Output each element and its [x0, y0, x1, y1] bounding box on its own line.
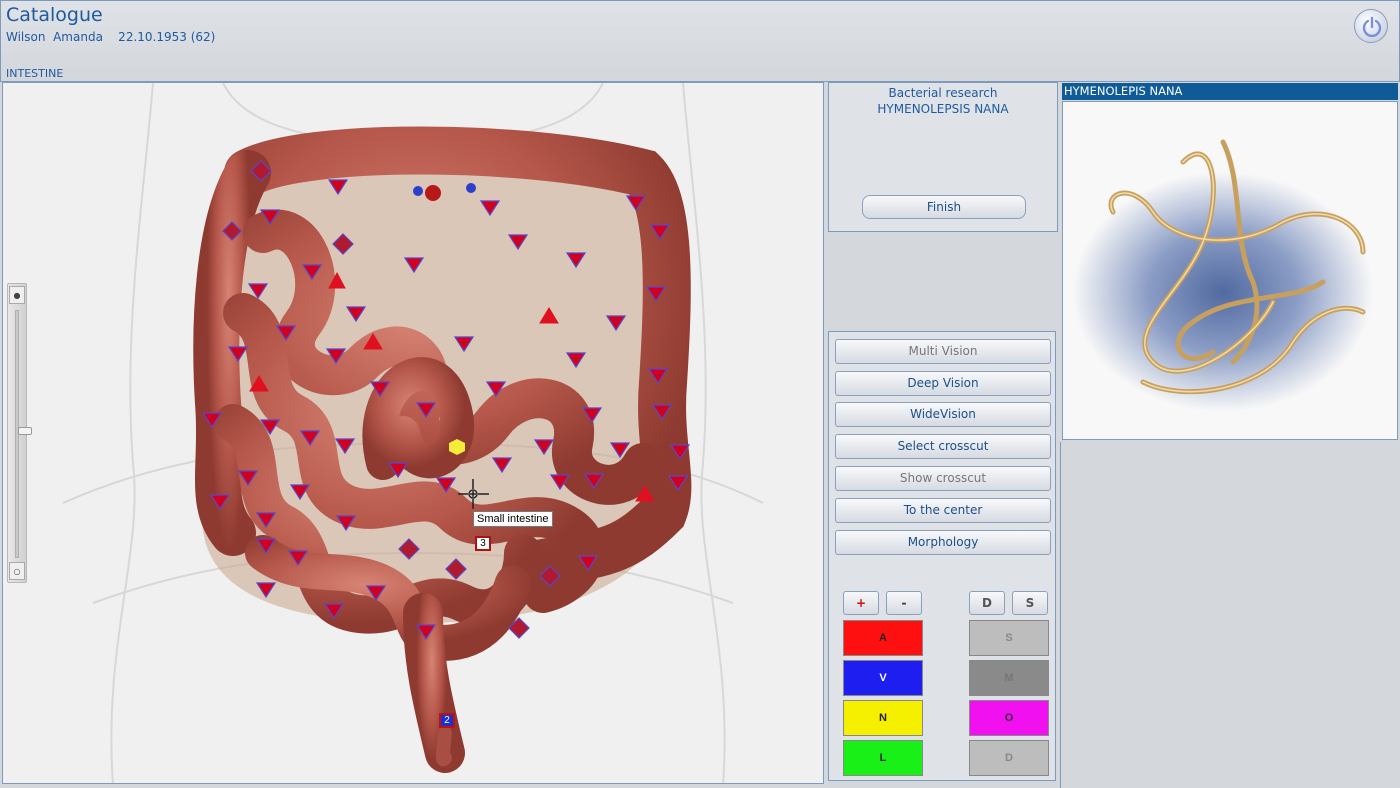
research-title: Bacterial research	[888, 86, 998, 100]
zoom-track[interactable]	[15, 310, 32, 558]
parasite-image	[1062, 101, 1398, 440]
plus-button[interactable]: +	[843, 591, 879, 615]
parasite-name-header: HYMENOLEPIS NANA	[1062, 83, 1398, 100]
swatch-n[interactable]: N	[843, 700, 923, 736]
swatch-d[interactable]: D	[969, 740, 1049, 776]
select-crosscut-button[interactable]: Select crosscut	[835, 434, 1051, 459]
hover-tooltip: Small intestine	[473, 511, 553, 527]
s-button[interactable]: S	[1012, 591, 1048, 615]
vision-controls-panel: Multi Vision Deep Vision WideVision Sele…	[828, 331, 1056, 781]
zoom-in-button[interactable]: ●	[9, 286, 25, 304]
anatomy-viewport[interactable]: ● ○ Small intestine 3 2	[2, 82, 824, 784]
power-button[interactable]	[1354, 9, 1388, 43]
numbered-marker-3[interactable]: 3	[475, 536, 491, 551]
section-label: INTESTINE	[6, 67, 64, 80]
swatch-a[interactable]: A	[843, 620, 923, 656]
multi-vision-button[interactable]: Multi Vision	[835, 339, 1051, 364]
zoom-out-button[interactable]: ○	[9, 562, 25, 580]
finish-button[interactable]: Finish	[862, 195, 1026, 219]
swatch-s[interactable]: S	[969, 620, 1049, 656]
minus-button[interactable]: -	[886, 591, 922, 615]
swatch-v[interactable]: V	[843, 660, 923, 696]
app-title: Catalogue	[6, 4, 103, 26]
swatch-l[interactable]: L	[843, 740, 923, 776]
zoom-thumb[interactable]	[18, 427, 32, 435]
numbered-marker-2[interactable]: 2	[439, 713, 455, 728]
d-button[interactable]: D	[969, 591, 1005, 615]
zoom-slider[interactable]: ● ○	[7, 283, 32, 583]
power-icon	[1362, 16, 1382, 38]
header-bar: Catalogue Wilson Amanda 22.10.1953 (62) …	[0, 0, 1400, 82]
tapeworm-illustration	[1073, 139, 1373, 412]
parasite-info-area	[1060, 442, 1400, 788]
research-subject: HYMENOLEPSIS NANA	[877, 102, 1009, 116]
intestine-3d-model[interactable]	[3, 83, 824, 784]
swatch-m[interactable]: M	[969, 660, 1049, 696]
patient-info: Wilson Amanda 22.10.1953 (62)	[6, 30, 216, 44]
swatch-o[interactable]: O	[969, 700, 1049, 736]
morphology-button[interactable]: Morphology	[835, 530, 1051, 555]
wide-vision-button[interactable]: WideVision	[835, 402, 1051, 427]
deep-vision-button[interactable]: Deep Vision	[835, 371, 1051, 396]
research-panel: Bacterial research HYMENOLEPSIS NANA Fin…	[828, 82, 1058, 232]
to-center-button[interactable]: To the center	[835, 498, 1051, 523]
show-crosscut-button[interactable]: Show crosscut	[835, 466, 1051, 491]
